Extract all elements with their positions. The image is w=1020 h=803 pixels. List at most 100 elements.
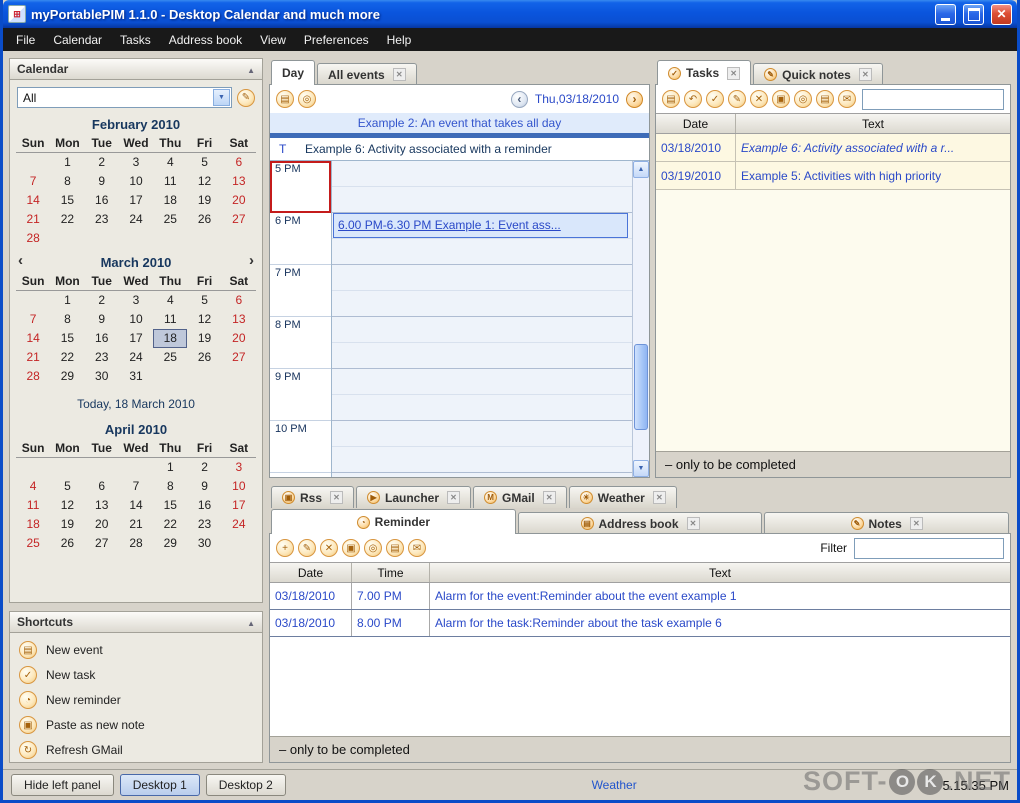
tab-rss[interactable]: ▣ Rss ✕: [271, 486, 355, 508]
hour-row[interactable]: [332, 161, 632, 213]
calendar-day[interactable]: 10: [222, 477, 256, 496]
scroll-up-icon[interactable]: [633, 161, 649, 178]
calendar-day[interactable]: 5: [187, 291, 221, 310]
calendar-day[interactable]: 18: [16, 515, 50, 534]
titlebar[interactable]: ⊞ myPortablePIM 1.1.0 - Desktop Calendar…: [3, 0, 1017, 28]
edit-icon[interactable]: ✎: [728, 90, 746, 108]
calendar-day[interactable]: 24: [222, 515, 256, 534]
calendar-day[interactable]: 11: [153, 310, 187, 329]
tasks-search-input[interactable]: [862, 88, 1004, 110]
tab-address-book[interactable]: ▤ Address book ✕: [517, 512, 763, 534]
calendar-day[interactable]: 21: [16, 210, 50, 229]
calendar-section-header[interactable]: Calendar: [10, 59, 262, 80]
print-icon[interactable]: ▤: [386, 539, 404, 557]
calendar-day[interactable]: 20: [85, 515, 119, 534]
copy-icon[interactable]: ▣: [772, 90, 790, 108]
calendar-day[interactable]: 13: [222, 310, 256, 329]
hour-row[interactable]: [332, 421, 632, 473]
calendar-day[interactable]: 30: [85, 367, 119, 386]
calendar-day[interactable]: 4: [153, 153, 187, 172]
calendar-day[interactable]: 30: [187, 534, 221, 553]
calendar-day[interactable]: 8: [153, 477, 187, 496]
minimize-button[interactable]: [935, 3, 956, 25]
menu-item-tasks[interactable]: Tasks: [111, 30, 160, 50]
calendar-day[interactable]: 1: [50, 291, 84, 310]
calendar-filter-select[interactable]: All: [17, 87, 232, 108]
calendar-day[interactable]: 26: [187, 348, 221, 367]
close-tab-icon[interactable]: ✕: [858, 68, 872, 81]
calendar-day[interactable]: 12: [187, 310, 221, 329]
calendar-day[interactable]: 4: [16, 477, 50, 496]
desktop-button-desktop-1[interactable]: Desktop 1: [119, 774, 200, 796]
column-header-date[interactable]: Date: [270, 563, 352, 582]
current-date-label[interactable]: Thu,03/18/2010: [532, 92, 622, 106]
calendar-day[interactable]: 2: [187, 458, 221, 477]
calendar-day[interactable]: 27: [85, 534, 119, 553]
close-tab-icon[interactable]: ✕: [727, 66, 741, 80]
menu-item-address-book[interactable]: Address book: [160, 30, 251, 50]
menu-item-help[interactable]: Help: [378, 30, 421, 50]
calendar-day[interactable]: 8: [50, 172, 84, 191]
calendar-day[interactable]: 2: [85, 153, 119, 172]
calendar-day[interactable]: 16: [85, 329, 119, 348]
calendar-day[interactable]: 22: [50, 348, 84, 367]
calendar-day[interactable]: 17: [222, 496, 256, 515]
hide-left-panel-button[interactable]: Hide left panel: [11, 774, 114, 796]
reminder-event-line[interactable]: T Example 6: Activity associated with a …: [270, 138, 649, 160]
hour-row[interactable]: [332, 369, 632, 421]
shortcut-paste-as-new-note[interactable]: ▣ Paste as new note: [19, 716, 253, 734]
calendar-day[interactable]: 15: [153, 496, 187, 515]
calendar-day[interactable]: 23: [85, 348, 119, 367]
close-tab-icon[interactable]: ✕: [392, 68, 406, 81]
delete-icon[interactable]: ✕: [750, 90, 768, 108]
close-tab-icon[interactable]: ✕: [330, 491, 344, 504]
calendar-day[interactable]: 18: [153, 191, 187, 210]
calendar-day[interactable]: 17: [119, 329, 153, 348]
zoom-icon[interactable]: ◎: [794, 90, 812, 108]
undo-icon[interactable]: ↶: [684, 90, 702, 108]
mail-icon[interactable]: ✉: [408, 539, 426, 557]
menu-item-calendar[interactable]: Calendar: [44, 30, 111, 50]
calendar-day[interactable]: 3: [222, 458, 256, 477]
calendar-day[interactable]: 23: [187, 515, 221, 534]
calendar-day[interactable]: 26: [187, 210, 221, 229]
previous-day-icon[interactable]: ‹: [510, 90, 528, 108]
calendar-day[interactable]: 12: [187, 172, 221, 191]
calendar-day[interactable]: 23: [85, 210, 119, 229]
calendar-day[interactable]: 16: [85, 191, 119, 210]
calendar-day[interactable]: 24: [119, 348, 153, 367]
task-row[interactable]: 03/19/2010 Example 5: Activities with hig…: [656, 162, 1010, 190]
shortcut-new-reminder[interactable]: ◔ New reminder: [19, 691, 253, 709]
collapse-icon[interactable]: [247, 615, 255, 629]
column-header-time[interactable]: Time: [352, 563, 430, 582]
tab-quick-notes[interactable]: ✎ Quick notes ✕: [753, 63, 883, 85]
task-row[interactable]: 03/18/2010 Example 6: Activity associated…: [656, 134, 1010, 162]
column-header-date[interactable]: Date: [656, 114, 736, 133]
timed-event[interactable]: 6.00 PM-6.30 PM Example 1: Event ass...: [333, 213, 628, 238]
close-tab-icon[interactable]: ✕: [542, 491, 556, 504]
calendar-day[interactable]: 14: [16, 191, 50, 210]
shortcuts-section-header[interactable]: Shortcuts: [10, 612, 262, 633]
zoom-icon[interactable]: ◎: [364, 539, 382, 557]
tab-weather[interactable]: ☀ Weather ✕: [568, 486, 677, 508]
scroll-down-icon[interactable]: [633, 460, 649, 477]
calendar-day[interactable]: 6: [222, 153, 256, 172]
menu-item-preferences[interactable]: Preferences: [295, 30, 378, 50]
calendar-day[interactable]: 10: [119, 172, 153, 191]
tab-gmail[interactable]: M GMail ✕: [473, 486, 567, 508]
calendar-day[interactable]: 5: [187, 153, 221, 172]
tab-launcher[interactable]: ▶ Launcher ✕: [356, 486, 472, 508]
calendar-day[interactable]: 25: [153, 348, 187, 367]
calendar-day[interactable]: 26: [50, 534, 84, 553]
calendar-day[interactable]: 3: [119, 153, 153, 172]
scrollbar-thumb[interactable]: [634, 344, 648, 431]
calendar-day[interactable]: 15: [50, 329, 84, 348]
calendar-day[interactable]: 28: [119, 534, 153, 553]
edit-icon[interactable]: ✎: [298, 539, 316, 557]
weather-link[interactable]: Weather: [592, 778, 637, 792]
tab-all-events[interactable]: All events ✕: [317, 63, 417, 85]
menu-item-view[interactable]: View: [251, 30, 295, 50]
calendar-day[interactable]: 27: [222, 210, 256, 229]
calendar-day[interactable]: 22: [50, 210, 84, 229]
calendar-day[interactable]: 17: [119, 191, 153, 210]
